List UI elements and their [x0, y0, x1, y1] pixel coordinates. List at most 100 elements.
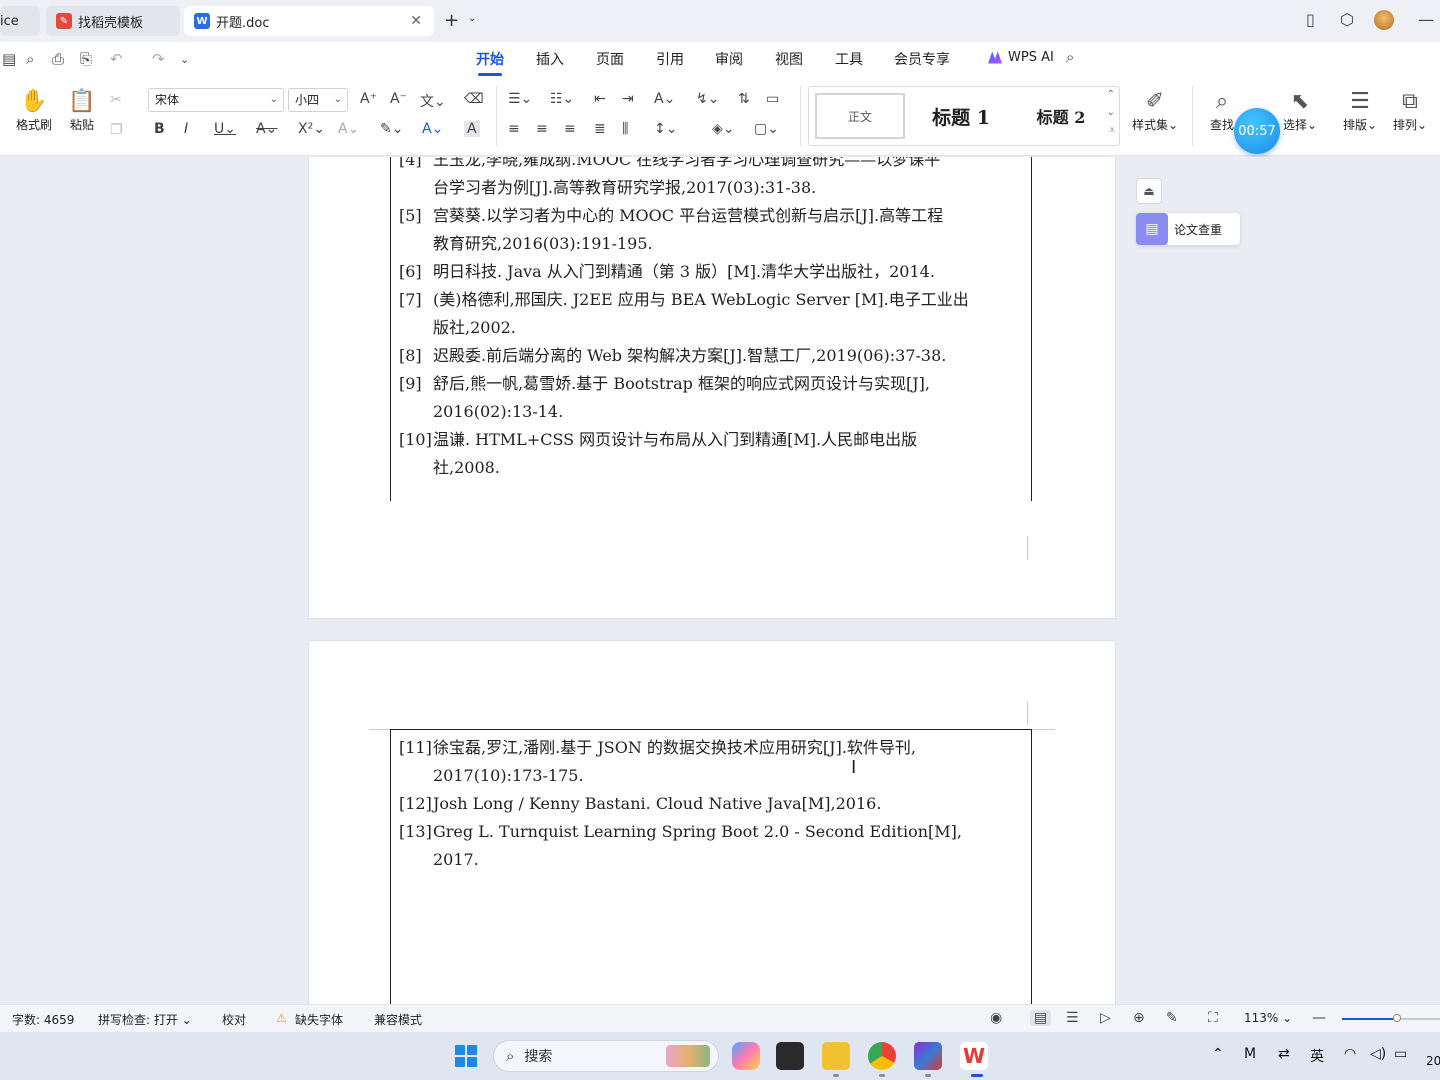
reference-item[interactable]: [10] 温谦. HTML+CSS 网页设计与布局从入门到精通[M].人民邮电出版… — [399, 426, 1023, 482]
chevron-up-icon[interactable]: ⌃ — [1212, 1046, 1224, 1062]
volume-icon[interactable]: ◁) — [1370, 1046, 1386, 1062]
file-explorer-icon[interactable] — [822, 1042, 850, 1070]
tab-references[interactable]: 引用 — [656, 49, 684, 69]
style-set-button[interactable]: ✐ 样式集⌄ — [1128, 88, 1182, 133]
style-heading-2[interactable]: 标题 2 — [1013, 93, 1109, 139]
clock[interactable]: 20 — [1426, 1054, 1440, 1068]
tab-review[interactable]: 审阅 — [715, 49, 743, 69]
font-size-select[interactable]: 小四 ⌄ — [288, 88, 348, 112]
sort-icon[interactable]: ⇅ — [738, 91, 750, 107]
document-page[interactable]: [4] 王玉龙,李晓,雍成纲.MOOC 在线学习者学习心理调查研究——以梦课平 台学… — [308, 157, 1116, 619]
shading-icon[interactable]: ◈⌄ — [712, 121, 735, 137]
ruler-icon[interactable]: ▭ — [766, 91, 779, 107]
line-spacing-icon[interactable]: ↕⌄ — [654, 121, 677, 137]
chrome-icon[interactable] — [868, 1042, 896, 1070]
grow-font-icon[interactable]: A⁺ — [360, 91, 377, 107]
reference-item[interactable]: [11] 徐宝磊,罗江,潘刚.基于 JSON 的数据交换技术应用研究[J].软件导… — [399, 734, 1023, 790]
outline-view-icon[interactable]: ☰ — [1066, 1010, 1079, 1026]
new-tab-icon[interactable]: + — [444, 10, 459, 31]
reference-item[interactable]: [9] 舒后,熊一帆,葛雪娇.基于 Bootstrap 框架的响应式网页设计与实现… — [399, 370, 1023, 426]
justify-icon[interactable]: ≣ — [594, 121, 606, 137]
border-icon[interactable]: ▢⌄ — [754, 121, 779, 137]
select-button[interactable]: ⬉ 选择⌄ — [1280, 88, 1320, 133]
undo-icon[interactable]: ↶ — [110, 50, 123, 68]
zoom-out-icon[interactable]: — — [1312, 1010, 1326, 1026]
chevron-down-icon[interactable]: ⌄ — [1107, 107, 1115, 118]
reference-item[interactable]: [8] 迟殿委.前后端分离的 Web 架构解决方案[J].智慧工厂,2019(06… — [399, 342, 1023, 370]
battery-icon[interactable]: ▭ — [1394, 1046, 1407, 1062]
winrar-icon[interactable] — [914, 1042, 942, 1070]
proofread-button[interactable]: 校对 — [222, 1011, 246, 1028]
style-normal[interactable]: 正文 — [815, 93, 905, 139]
spell-check-toggle[interactable]: 拼写检查: 打开 ⌄ — [98, 1011, 192, 1028]
copilot-icon[interactable] — [732, 1042, 760, 1070]
tab-view[interactable]: 视图 — [775, 49, 803, 69]
font-color-icon[interactable]: A⌄ — [422, 121, 443, 137]
chevron-up-icon[interactable]: ⌃ — [1107, 89, 1115, 100]
copy-icon[interactable]: ❐ — [110, 122, 123, 138]
print-preview-icon[interactable]: ⎘ — [80, 50, 92, 68]
tab-home[interactable]: 开始 — [476, 49, 504, 76]
document-area[interactable]: [4] 王玉龙,李晓,雍成纲.MOOC 在线学习者学习心理调查研究——以梦课平 台学… — [0, 157, 1440, 1004]
page-view-icon[interactable]: ▤ — [1030, 1010, 1052, 1026]
expand-icon[interactable]: ⩡ — [1109, 125, 1115, 136]
format-painter-button[interactable]: ✋ 格式刷 — [12, 88, 56, 133]
play-icon[interactable]: ▷ — [1100, 1010, 1111, 1026]
print-icon[interactable]: ⎙ — [52, 50, 64, 68]
tab-page[interactable]: 页面 — [596, 49, 624, 69]
numbered-list-icon[interactable]: ☷⌄ — [550, 91, 574, 107]
highlight-icon[interactable]: ✎⌄ — [380, 121, 403, 137]
fit-page-icon[interactable]: ⛶ — [1208, 1010, 1218, 1026]
windows-start-icon[interactable] — [455, 1045, 477, 1067]
avatar[interactable] — [1374, 10, 1394, 30]
taskbar-search[interactable]: ⌕ 搜索 — [493, 1040, 719, 1072]
word-count[interactable]: 字数: 4659 — [12, 1011, 74, 1028]
eye-icon[interactable]: ◉ — [990, 1010, 1002, 1026]
reference-item[interactable]: [4] 王玉龙,李晓,雍成纲.MOOC 在线学习者学习心理调查研究——以梦课平 台学… — [399, 157, 1023, 202]
superscript-icon[interactable]: X²⌄ — [298, 121, 325, 137]
shrink-font-icon[interactable]: A⁻ — [390, 91, 407, 107]
chevron-down-icon[interactable]: ⌄ — [180, 53, 189, 66]
distribute-icon[interactable]: ⫼ — [622, 121, 628, 137]
missing-font-button[interactable]: 缺失字体 — [295, 1011, 343, 1028]
paper-check-button[interactable]: ▤ 论文查重 — [1136, 213, 1240, 245]
collapse-panel-icon[interactable]: ⏏ — [1136, 178, 1162, 204]
tab-tools[interactable]: 工具 — [835, 49, 863, 69]
zoom-level[interactable]: 113% ⌄ — [1244, 1011, 1292, 1025]
save-icon[interactable]: ⌕ — [26, 50, 34, 68]
redo-icon[interactable]: ↷ — [152, 50, 165, 68]
increase-indent-icon[interactable]: ⇥ — [622, 91, 634, 107]
cube-icon[interactable]: ⬡ — [1340, 10, 1354, 29]
layout-button[interactable]: ☰ 排版⌄ — [1340, 88, 1380, 133]
chevron-down-icon[interactable]: ⌄ — [468, 13, 476, 24]
layout-icon[interactable]: ▯ — [1306, 10, 1315, 29]
wps-ai-button[interactable]: WPS AI — [988, 50, 1054, 65]
gmail-icon[interactable]: M — [1244, 1046, 1256, 1062]
close-icon[interactable]: ✕ — [410, 13, 422, 29]
zoom-slider-handle[interactable] — [1392, 1014, 1401, 1022]
paste-button[interactable]: 📋 粘贴 — [60, 88, 104, 133]
phonetic-icon[interactable]: 文⌄ — [420, 91, 446, 111]
minimize-icon[interactable]: — — [1418, 10, 1434, 29]
reference-item[interactable]: [7] (美)格德利,邢国庆. J2EE 应用与 BEA WebLogic Ser… — [399, 286, 1023, 342]
timer-badge[interactable]: 00:57 — [1234, 108, 1280, 154]
terminal-icon[interactable] — [776, 1042, 804, 1070]
tab-member[interactable]: 会员专享 — [894, 49, 950, 69]
tab-insert[interactable]: 插入 — [536, 49, 564, 69]
decrease-indent-icon[interactable]: ⇤ — [594, 91, 606, 107]
tab-template[interactable]: ✎ 找稻壳模板 — [46, 6, 180, 36]
align-right-icon[interactable]: ≡ — [564, 121, 576, 137]
style-heading-1[interactable]: 标题 1 — [913, 93, 1009, 139]
cut-icon[interactable]: ✂ — [110, 92, 122, 108]
align-center-icon[interactable]: ≡ — [536, 121, 548, 137]
text-effect-icon[interactable]: A⌄ — [338, 121, 359, 137]
tab-document[interactable]: W 开题.doc ✕ — [184, 6, 434, 36]
search-icon[interactable]: ⌕ — [1066, 48, 1074, 66]
strikethrough-icon[interactable]: A⌄ — [256, 121, 277, 137]
char-shading-icon[interactable]: A — [464, 121, 480, 137]
font-name-select[interactable]: 宋体 ⌄ — [148, 88, 284, 112]
reference-item[interactable]: [12] Josh Long / Kenny Bastani. Cloud Nat… — [399, 790, 1023, 818]
document-page[interactable]: [11] 徐宝磊,罗江,潘刚.基于 JSON 的数据交换技术应用研究[J].软件导… — [308, 640, 1116, 1004]
reference-item[interactable]: [6] 明日科技. Java 从入门到精通（第 3 版）[M].清华大学出版社，2… — [399, 258, 1023, 286]
eraser-icon[interactable]: ⌫ — [464, 91, 484, 107]
